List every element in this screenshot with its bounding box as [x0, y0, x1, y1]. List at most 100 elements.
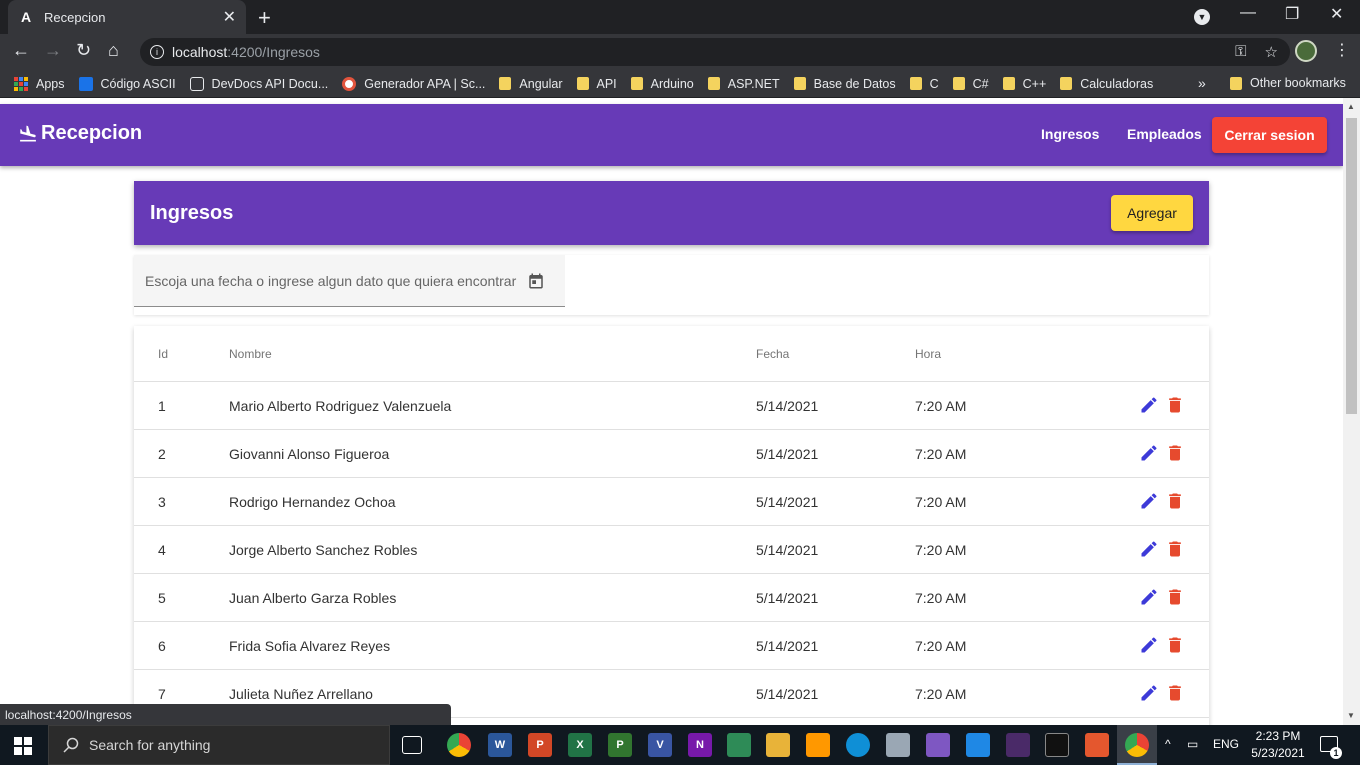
whiteboard-icon[interactable] — [727, 733, 751, 757]
column-header-nombre[interactable]: Nombre — [229, 347, 272, 361]
page-scrollbar[interactable]: ▲ ▼ — [1343, 98, 1360, 725]
cell-id: 4 — [158, 542, 166, 558]
edit-icon[interactable] — [1139, 443, 1159, 463]
bookmark-label: DevDocs API Docu... — [211, 76, 329, 91]
bookmark-folder-angular[interactable]: Angular — [499, 77, 563, 91]
cell-fecha: 5/14/2021 — [756, 494, 819, 510]
edit-icon[interactable] — [1139, 683, 1159, 703]
info-icon[interactable]: i — [150, 45, 164, 59]
column-header-id[interactable]: Id — [158, 347, 168, 361]
folder-icon — [499, 77, 512, 90]
new-tab-button[interactable]: + — [258, 5, 271, 31]
sublime-text-icon[interactable] — [806, 733, 830, 757]
bookmark-folder-csharp[interactable]: C# — [952, 77, 989, 91]
cell-fecha: 5/14/2021 — [756, 542, 819, 558]
edit-icon[interactable] — [1139, 491, 1159, 511]
system-clock[interactable]: 2:23 PM 5/23/2021 — [1246, 728, 1310, 762]
scroll-thumb[interactable] — [1346, 118, 1357, 414]
battery-icon[interactable]: ▭ — [1187, 737, 1198, 751]
nav-ingresos[interactable]: Ingresos — [1041, 126, 1099, 142]
delete-icon[interactable] — [1165, 443, 1185, 463]
key-icon[interactable]: ⚿ — [1235, 43, 1246, 61]
edit-icon[interactable] — [1139, 395, 1159, 415]
browser-tab[interactable]: A Recepcion ✕ — [8, 0, 246, 34]
delete-icon[interactable] — [1165, 635, 1185, 655]
powerpoint-icon[interactable]: P — [528, 733, 552, 757]
chrome-icon[interactable] — [447, 733, 471, 757]
gitkraken-icon[interactable] — [1085, 733, 1109, 757]
snipping-tool-icon[interactable] — [886, 733, 910, 757]
calendar-icon[interactable] — [527, 272, 545, 290]
bookmark-folder-calculadoras[interactable]: Calculadoras — [1060, 77, 1153, 91]
visio-icon[interactable]: V — [648, 733, 672, 757]
other-bookmarks[interactable]: Other bookmarks — [1230, 76, 1346, 90]
scroll-down-arrow-icon[interactable]: ▼ — [1347, 711, 1355, 720]
word-icon[interactable]: W — [488, 733, 512, 757]
column-header-hora[interactable]: Hora — [915, 347, 941, 361]
folder-icon — [630, 77, 643, 90]
address-bar[interactable]: i localhost:4200/Ingresos ⚿ ☆ — [140, 38, 1290, 66]
chrome-taskbar-active[interactable] — [1117, 725, 1157, 765]
excel-icon[interactable]: X — [568, 733, 592, 757]
onenote-icon[interactable]: N — [688, 733, 712, 757]
browser-menu-icon[interactable]: ⋮ — [1334, 40, 1350, 60]
back-arrow-icon[interactable]: ← — [12, 40, 30, 61]
cell-hora: 7:20 AM — [915, 638, 967, 654]
search-icon — [63, 737, 79, 753]
close-window-button[interactable]: ✕ — [1330, 4, 1343, 24]
cell-fecha: 5/14/2021 — [756, 590, 819, 606]
edit-icon[interactable] — [1139, 635, 1159, 655]
vscode-icon[interactable] — [966, 733, 990, 757]
terminal-icon[interactable] — [1045, 733, 1069, 757]
search-input[interactable] — [145, 272, 520, 289]
search-field[interactable] — [134, 255, 565, 307]
delete-icon[interactable] — [1165, 491, 1185, 511]
task-view-icon[interactable] — [402, 736, 422, 754]
bookmarks-overflow-button[interactable]: » — [1198, 75, 1206, 91]
scroll-up-arrow-icon[interactable]: ▲ — [1347, 102, 1355, 111]
bookmark-apps[interactable]: Apps — [14, 76, 65, 91]
visual-studio-icon[interactable] — [926, 733, 950, 757]
edge-icon[interactable] — [846, 733, 870, 757]
bookmark-folder-arduino[interactable]: Arduino — [630, 77, 694, 91]
edit-icon[interactable] — [1139, 539, 1159, 559]
play-icon — [78, 76, 93, 91]
file-explorer-icon[interactable] — [766, 733, 790, 757]
bookmark-folder-aspnet[interactable]: ASP.NET — [707, 77, 780, 91]
add-button[interactable]: Agregar — [1111, 195, 1193, 231]
folder-icon — [707, 77, 720, 90]
delete-icon[interactable] — [1165, 683, 1185, 703]
profile-avatar[interactable] — [1295, 40, 1317, 62]
home-icon[interactable]: ⌂ — [108, 40, 119, 61]
taskbar-search-box[interactable]: Search for anything — [48, 725, 390, 765]
powershell-icon[interactable] — [1006, 733, 1030, 757]
brand[interactable]: Recepcion — [17, 122, 142, 145]
language-indicator[interactable]: ENG — [1213, 737, 1239, 751]
edit-icon[interactable] — [1139, 587, 1159, 607]
project-icon[interactable]: P — [608, 733, 632, 757]
restore-button[interactable]: ❐ — [1285, 4, 1299, 24]
bookmark-folder-cpp[interactable]: C++ — [1002, 77, 1046, 91]
forward-arrow-icon[interactable]: → — [44, 40, 62, 61]
column-header-fecha[interactable]: Fecha — [756, 347, 789, 361]
reload-icon[interactable]: ↻ — [76, 40, 91, 61]
minimize-button[interactable]: — — [1240, 4, 1256, 22]
delete-icon[interactable] — [1165, 587, 1185, 607]
tab-search-icon[interactable]: ▼ — [1194, 9, 1210, 25]
bookmark-devdocs[interactable]: DevDocs API Docu... — [189, 76, 329, 91]
bookmark-codigo-ascii[interactable]: Código ASCII — [78, 76, 176, 91]
bookmark-folder-api[interactable]: API — [576, 77, 617, 91]
delete-icon[interactable] — [1165, 539, 1185, 559]
bookmark-folder-c[interactable]: C — [909, 77, 939, 91]
bookmark-generador-apa[interactable]: Generador APA | Sc... — [342, 76, 485, 91]
tab-close-icon[interactable]: ✕ — [223, 7, 236, 27]
windows-start-icon[interactable] — [14, 737, 32, 755]
logout-button[interactable]: Cerrar sesion — [1212, 117, 1327, 153]
table-row: 2 Giovanni Alonso Figueroa 5/14/2021 7:2… — [134, 430, 1209, 478]
bookmark-label: Apps — [36, 76, 65, 91]
tray-overflow-icon[interactable]: ^ — [1165, 737, 1171, 751]
bookmark-star-icon[interactable]: ☆ — [1265, 43, 1278, 61]
nav-empleados[interactable]: Empleados — [1127, 126, 1202, 142]
bookmark-folder-base-de-datos[interactable]: Base de Datos — [793, 77, 896, 91]
delete-icon[interactable] — [1165, 395, 1185, 415]
